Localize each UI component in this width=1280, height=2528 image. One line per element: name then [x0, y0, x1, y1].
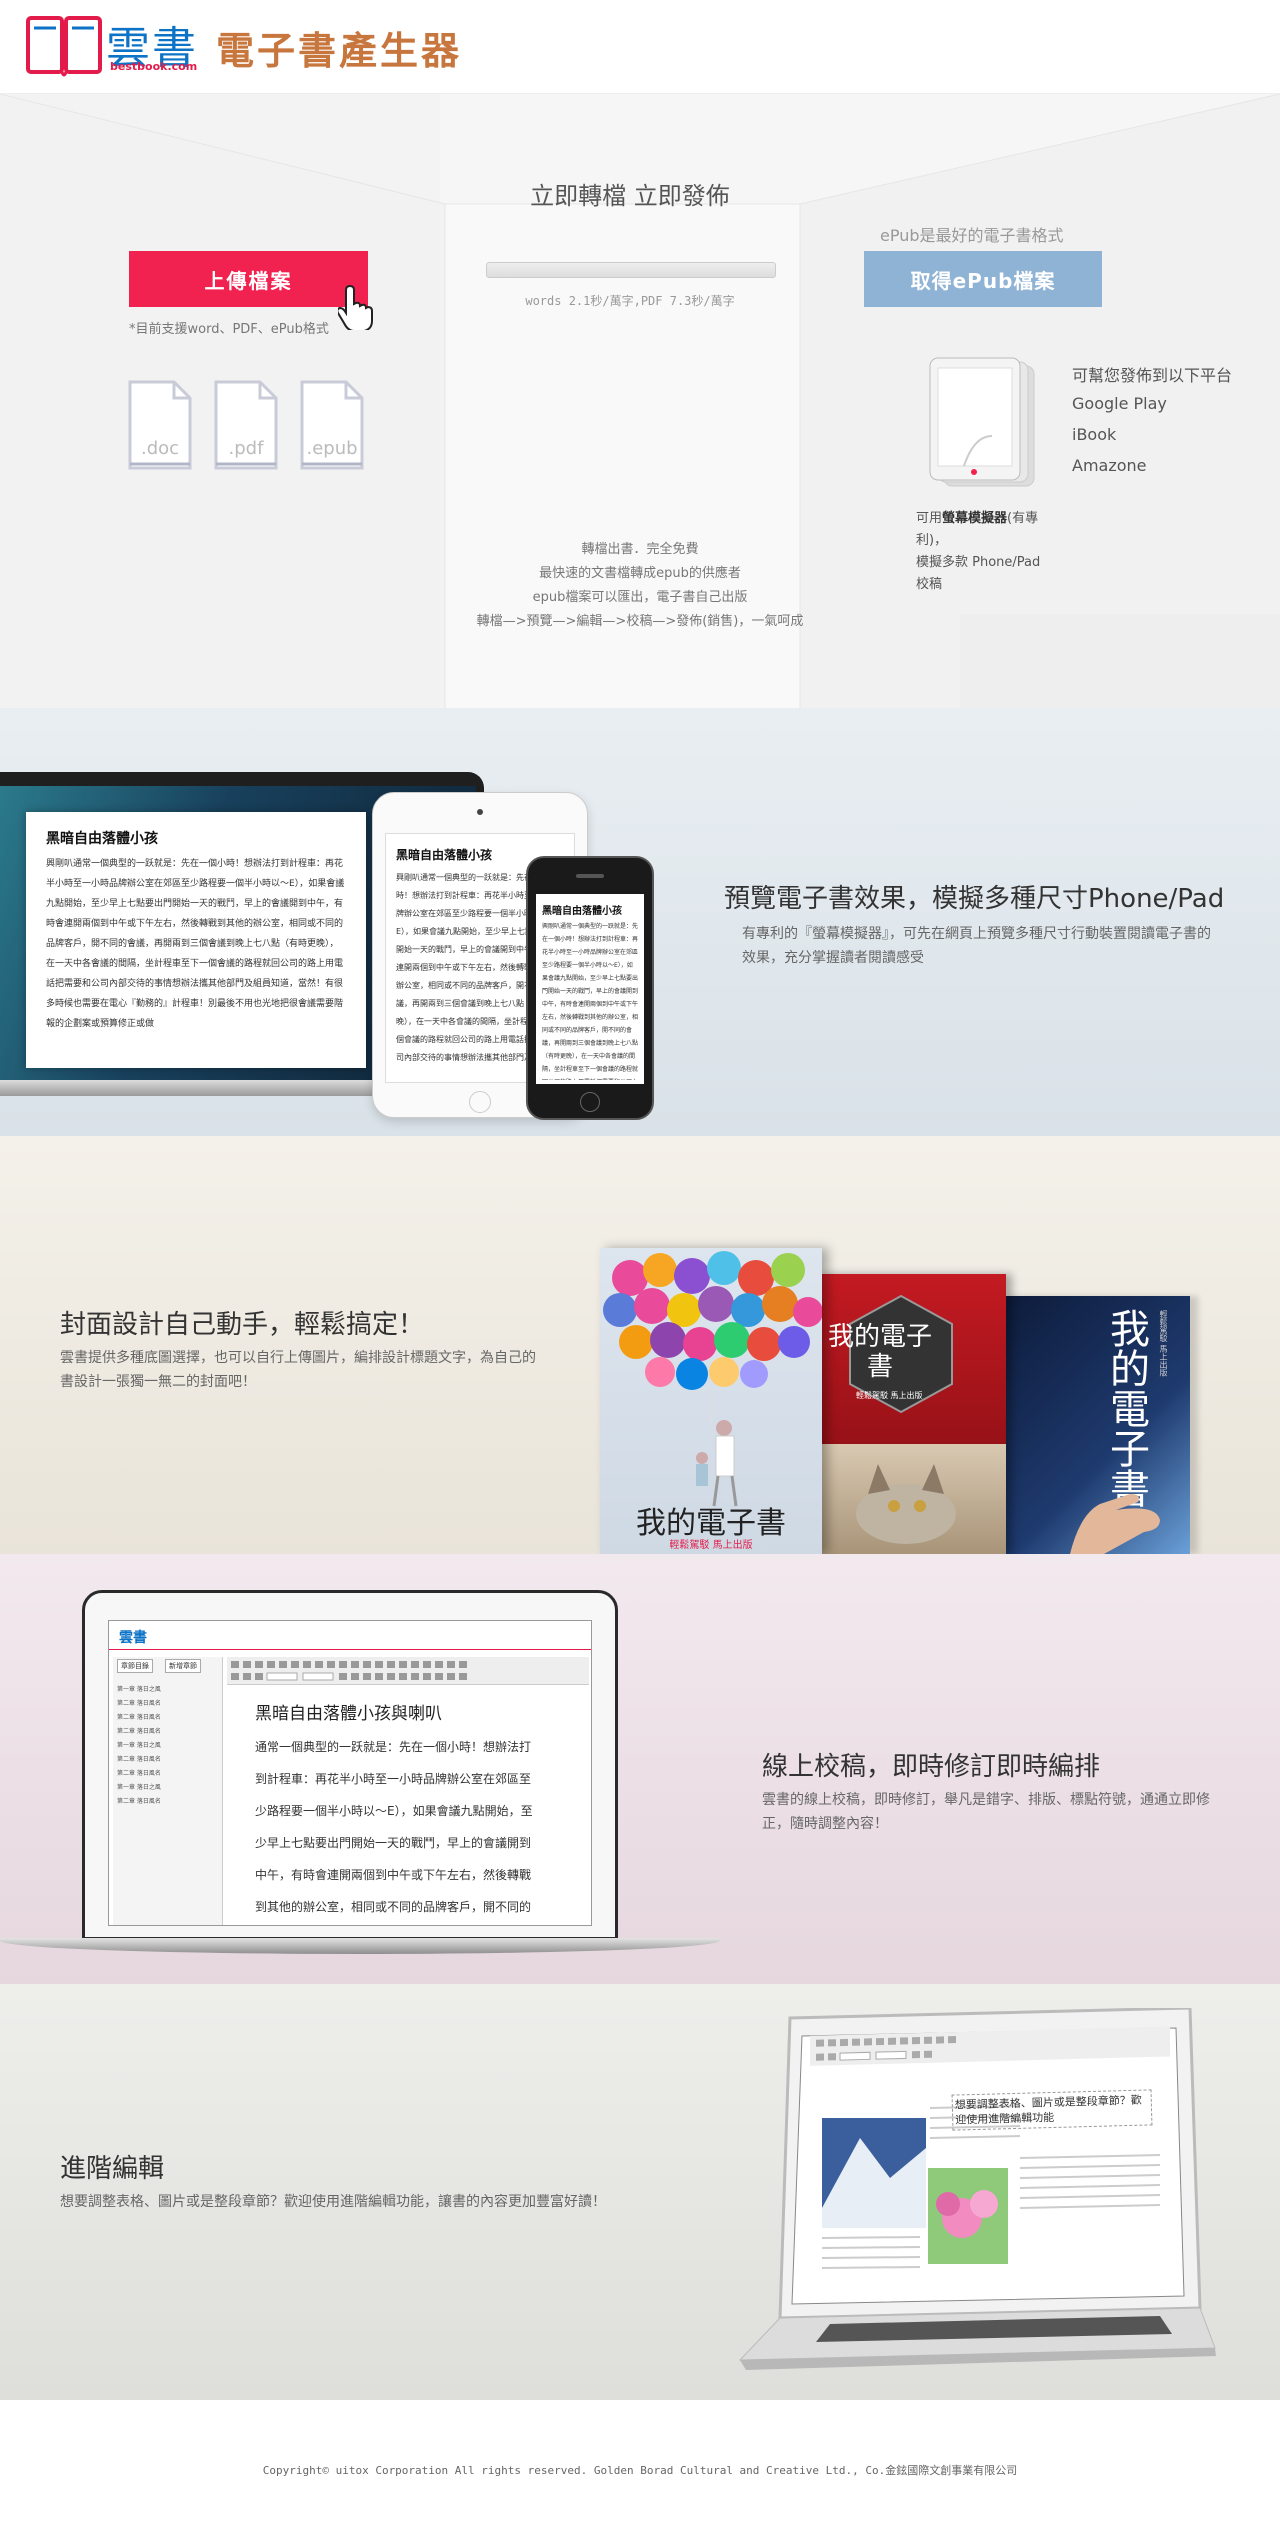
- emulator-name: 螢幕模擬器: [942, 511, 1008, 526]
- cover-description: 雲書提供多種底圖選擇，也可以自行上傳圖片，編排設計標題文字，為自己的書設計一張獨…: [60, 1350, 536, 1390]
- book-cover-side: 輕鬆駕駁 馬上出版: [1159, 1310, 1168, 1377]
- page-title: 電子書產生器: [216, 29, 463, 73]
- feature-line: epub檔案可以匯出，電子書自己出版: [532, 590, 748, 605]
- laptop-editor-illustration: 雲書 章節目錄 新增章節 第一章 落日之風 第二章 落日風名 第二章 落日風名 …: [0, 1590, 720, 1970]
- feature-line: 轉檔出書．完全免費: [581, 542, 699, 557]
- platform-google-play: Google Play: [1072, 394, 1167, 413]
- hero-headline: 立即轉檔 立即發佈: [530, 182, 730, 210]
- epub-note: ePub是最好的電子書格式: [880, 226, 1064, 245]
- toc-button[interactable]: 章節目錄: [117, 1659, 153, 1673]
- toc-sidebar: 章節目錄 新增章節 第一章 落日之風 第二章 落日風名 第二章 落日風名 第二章…: [113, 1657, 223, 1925]
- cover-section: 封面設計自己動手，輕鬆搞定！ 雲書提供多種底圖選擇，也可以自行上傳圖片，編排設計…: [0, 1136, 1280, 1554]
- platform-ibook: iBook: [1072, 425, 1117, 444]
- emulator-note: 可用螢幕模擬器(有專利)， 模擬多款 Phone/Pad 校稿: [916, 508, 1056, 596]
- hand-cursor-icon: [338, 284, 373, 330]
- advanced-editing-section: 進階編輯 想要調整表格、圖片或是整段章節？歡迎使用進階編輯功能，讓書的內容更加豐…: [0, 1984, 1280, 2400]
- editor-line[interactable]: 通常一個典型的一跃就是：先在一個小時！想辦法打: [255, 1731, 575, 1763]
- editor-line[interactable]: 中午，有時會連開兩個到中午或下午左右，然後轉戰: [255, 1859, 575, 1891]
- editor-line[interactable]: 到其他的辦公室，相同或不同的品牌客戶，開不同的: [255, 1891, 575, 1923]
- feature-summary: 轉檔出書．完全免費 最快速的文書檔轉成epub的供應者 epub檔案可以匯出，電…: [400, 538, 880, 634]
- tablet-stack-icon: [929, 357, 1035, 487]
- book-cover-title: 我的電子書: [827, 1322, 932, 1382]
- toc-item[interactable]: 第二章 落日風名: [117, 1795, 217, 1809]
- phone-illustration: 黑暗自由落體小孩 興剛叭通常一個典型的一跃就是：先在一個小時！想辦法打到計程車：…: [526, 856, 654, 1120]
- toc-item[interactable]: 第一章 落日之風: [117, 1739, 217, 1753]
- editor-line[interactable]: 少早上七點要出門開始一天的戰鬥，早上的會議開到: [255, 1827, 575, 1859]
- platform-heading: 可幫您發佈到以下平台: [1072, 366, 1233, 385]
- toc-item[interactable]: 第二章 落日風名: [117, 1697, 217, 1711]
- book-cover-blue: 我的電子書 輕鬆駕駁 馬上出版: [1000, 1296, 1190, 1554]
- book-cover-red: 我的電子書 輕鬆駕駁 馬上出版: [816, 1274, 1006, 1554]
- screen-heading: 想要調整表格、圖片或是整段章節？歡迎使用進階編輯功能: [951, 2089, 1153, 2131]
- book-cover-subtitle: 輕鬆駕駁 馬上出版: [856, 1391, 923, 1400]
- proofreading-title: 線上校稿，即時修訂即時編排: [762, 1752, 1101, 1782]
- toc-item[interactable]: 第一章 落日之風: [117, 1781, 217, 1795]
- hero-section: 立即轉檔 立即發佈 words 2.1秒/萬字,PDF 7.3秒/萬字 上傳檔案…: [0, 94, 1280, 708]
- book-cover-subtitle: 輕鬆駕駁 馬上出版: [669, 1540, 753, 1551]
- proofreading-description: 雲書的線上校稿，即時修訂，舉凡是錯字、排版、標點符號，通通立即修正，隨時調整內容…: [762, 1792, 1210, 1832]
- phone-document-body: 興剛叭通常一個典型的一跃就是：先在一個小時！想辦法打到計程車：再花半小時至一小時…: [542, 923, 638, 1080]
- preview-description: 有專利的『螢幕模擬器』，可先在網頁上預覽多種尺寸行動裝置閱讀電子書的效果，充分掌…: [742, 926, 1211, 966]
- editor-toolbar[interactable]: [227, 1657, 589, 1685]
- pdf-file-icon: .pdf: [214, 380, 278, 470]
- balloons-icon: [603, 1251, 822, 1438]
- phone-document-title: 黑暗自由落體小孩: [542, 906, 622, 917]
- laptop-advanced-illustration: 想要調整表格、圖片或是整段章節？歡迎使用進階編輯功能: [500, 2006, 1220, 2378]
- feature-line: 最快速的文書檔轉成epub的供應者: [539, 566, 741, 581]
- emulator-line2: 模擬多款 Phone/Pad 校稿: [916, 555, 1041, 592]
- feature-line: 轉檔—>預覽—>編輯—>校稿—>發佈(銷售)，一氣呵成: [476, 614, 804, 629]
- file-type-label: .epub: [306, 438, 358, 459]
- site-footer: Copyright© uitox Corporation All rights …: [0, 2400, 1280, 2528]
- add-chapter-button[interactable]: 新增章節: [165, 1659, 201, 1673]
- upload-file-button[interactable]: 上傳檔案: [129, 251, 368, 307]
- laptop-document: 黑暗自由落體小孩 興剛叭通常一個典型的一跃就是：先在一個小時！想辦法打到計程車：…: [26, 812, 366, 1068]
- supported-formats-note: *目前支援word、PDF、ePub格式: [129, 322, 329, 337]
- editor-line[interactable]: 到計程車：再花半小時至一小時品牌辦公室在郊區至: [255, 1763, 575, 1795]
- emulator-prefix: 可用: [916, 511, 943, 526]
- file-type-label: .pdf: [228, 438, 264, 459]
- advanced-title: 進階編輯: [60, 2154, 165, 2184]
- file-type-label: .doc: [140, 438, 180, 459]
- preview-title: 預覽電子書效果，模擬多種尺寸Phone/Pad: [724, 884, 1225, 914]
- editor-screen: 雲書 章節目錄 新增章節 第一章 落日之風 第二章 落日風名 第二章 落日風名 …: [108, 1620, 592, 1926]
- toc-item[interactable]: 第一章 落日之風: [117, 1683, 217, 1697]
- epub-file-icon: .epub: [300, 380, 364, 470]
- toc-list: 第一章 落日之風 第二章 落日風名 第二章 落日風名 第二章 落日風名 第一章 …: [117, 1683, 217, 1809]
- platform-amazone: Amazone: [1072, 456, 1147, 475]
- toc-item[interactable]: 第二章 落日風名: [117, 1711, 217, 1725]
- document-title: 黑暗自由落體小孩: [46, 831, 158, 847]
- site-header: 雲書 bestbook.com 電子書產生器: [0, 0, 1280, 94]
- book-logo-icon[interactable]: [26, 14, 102, 78]
- conversion-progress-bar: [486, 262, 776, 278]
- doc-file-icon: .doc: [128, 380, 192, 470]
- logo-url: bestbook.com: [110, 60, 198, 73]
- preview-section: 黑暗自由落體小孩 興剛叭通常一個典型的一跃就是：先在一個小時！想辦法打到計程車：…: [0, 708, 1280, 1136]
- editor-line[interactable]: 少路程要一個半小時以～E），如果會議九點開始，至: [255, 1795, 575, 1827]
- copyright: Copyright© uitox Corporation All rights …: [262, 2464, 1018, 2477]
- editor-logo: 雲書: [119, 1630, 147, 1646]
- toc-item[interactable]: 第二章 落日風名: [117, 1753, 217, 1767]
- cover-title: 封面設計自己動手，輕鬆搞定！: [60, 1310, 425, 1340]
- book-covers-illustration: 我的電子書 輕鬆駕駁 馬上出版 我的電子書 輕鬆駕駁 馬上出版 我的電子書 輕鬆…: [600, 1248, 1200, 1554]
- get-epub-button[interactable]: 取得ePub檔案: [864, 251, 1102, 307]
- book-cover-balloons: 我的電子書 輕鬆駕駁 馬上出版: [600, 1248, 822, 1554]
- editor-document-title[interactable]: 黑暗自由落體小孩與喇叭: [255, 1699, 442, 1724]
- toc-item[interactable]: 第二章 落日風名: [117, 1767, 217, 1781]
- conversion-speed: words 2.1秒/萬字,PDF 7.3秒/萬字: [525, 294, 735, 308]
- toc-item[interactable]: 第二章 落日風名: [117, 1725, 217, 1739]
- proofreading-section: 雲書 章節目錄 新增章節 第一章 落日之風 第二章 落日風名 第二章 落日風名 …: [0, 1554, 1280, 1984]
- editor-document-body[interactable]: 通常一個典型的一跃就是：先在一個小時！想辦法打 到計程車：再花半小時至一小時品牌…: [255, 1731, 575, 1923]
- document-body: 興剛叭通常一個典型的一跃就是：先在一個小時！想辦法打到計程車：再花半小時至一小時…: [46, 859, 345, 1029]
